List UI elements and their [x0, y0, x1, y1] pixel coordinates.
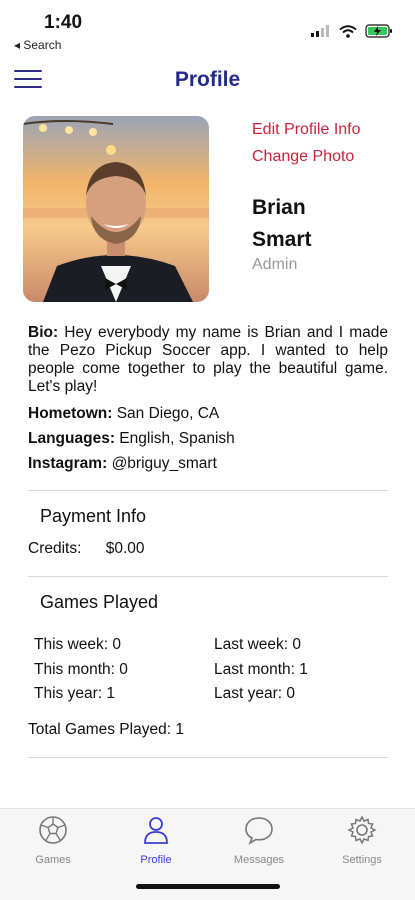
stat-this-year: This year: 1: [34, 685, 115, 702]
tab-messages[interactable]: Messages: [209, 815, 309, 866]
instagram-row: Instagram: @briguy_smart: [28, 455, 217, 473]
credits-value: $0.00: [105, 540, 145, 557]
tab-games-label: Games: [35, 854, 71, 866]
bio-label: Bio:: [28, 324, 59, 341]
profile-first-name: Brian: [252, 196, 306, 219]
profile-role: Admin: [252, 256, 298, 273]
edit-profile-link[interactable]: Edit Profile Info: [252, 121, 361, 139]
instagram-value: @briguy_smart: [111, 455, 217, 472]
signal-icon: [311, 25, 329, 37]
tab-games[interactable]: Games: [3, 815, 103, 866]
bio: Bio: Hey everybody my name is Brian and …: [28, 324, 388, 396]
divider: [28, 757, 388, 758]
tab-profile-label: Profile: [140, 854, 172, 866]
languages-label: Languages:: [28, 430, 115, 447]
change-photo-link[interactable]: Change Photo: [252, 148, 354, 166]
credits-row: Credits: $0.00: [28, 540, 145, 558]
profile-name: Brian Smart: [252, 192, 402, 256]
home-indicator: [136, 884, 280, 889]
battery-charging-icon: [365, 24, 392, 38]
divider: [28, 490, 388, 491]
profile-photo: [23, 116, 209, 302]
languages-value: English, Spanish: [119, 430, 235, 447]
status-icons: [311, 24, 393, 38]
stat-this-month: This month: 0: [34, 661, 128, 678]
stat-this-week: This week: 0: [34, 636, 122, 653]
stat-last-week: Last week: 0: [214, 636, 302, 653]
credits-label: Credits:: [28, 540, 82, 557]
tab-messages-label: Messages: [233, 854, 285, 866]
chat-bubble-icon: [245, 817, 273, 845]
games-played-title: Games Played: [40, 592, 159, 612]
page-title: Profile: [174, 68, 241, 91]
status-bar: 1:40 ◂ Search: [0, 0, 415, 56]
tab-profile[interactable]: Profile: [106, 815, 206, 866]
bio-text: Hey everybody my name is Brian and I mad…: [28, 324, 389, 395]
languages-row: Languages: English, Spanish: [28, 430, 235, 448]
payment-info-title: Payment Info: [40, 506, 147, 526]
total-games-played: Total Games Played: 1: [28, 721, 184, 738]
tab-settings-label: Settings: [342, 854, 382, 866]
hometown-row: Hometown: San Diego, CA: [28, 405, 219, 423]
stat-last-year: Last year: 0: [214, 685, 295, 702]
status-time: 1:40: [44, 12, 83, 33]
hometown-label: Hometown:: [28, 405, 113, 422]
soccer-ball-icon: [39, 816, 67, 844]
divider: [28, 576, 388, 577]
profile-last-name: Smart: [252, 228, 312, 251]
instagram-label: Instagram:: [28, 455, 108, 472]
nav-bar: Profile: [0, 56, 415, 106]
stat-last-month: Last month: 1: [214, 661, 308, 678]
person-icon: [144, 817, 168, 844]
hometown-value: San Diego, CA: [116, 405, 220, 422]
gear-icon: [347, 815, 377, 845]
wifi-icon: [339, 24, 357, 38]
back-to-search-link[interactable]: ◂ Search: [14, 38, 61, 52]
tab-settings[interactable]: Settings: [312, 815, 412, 866]
